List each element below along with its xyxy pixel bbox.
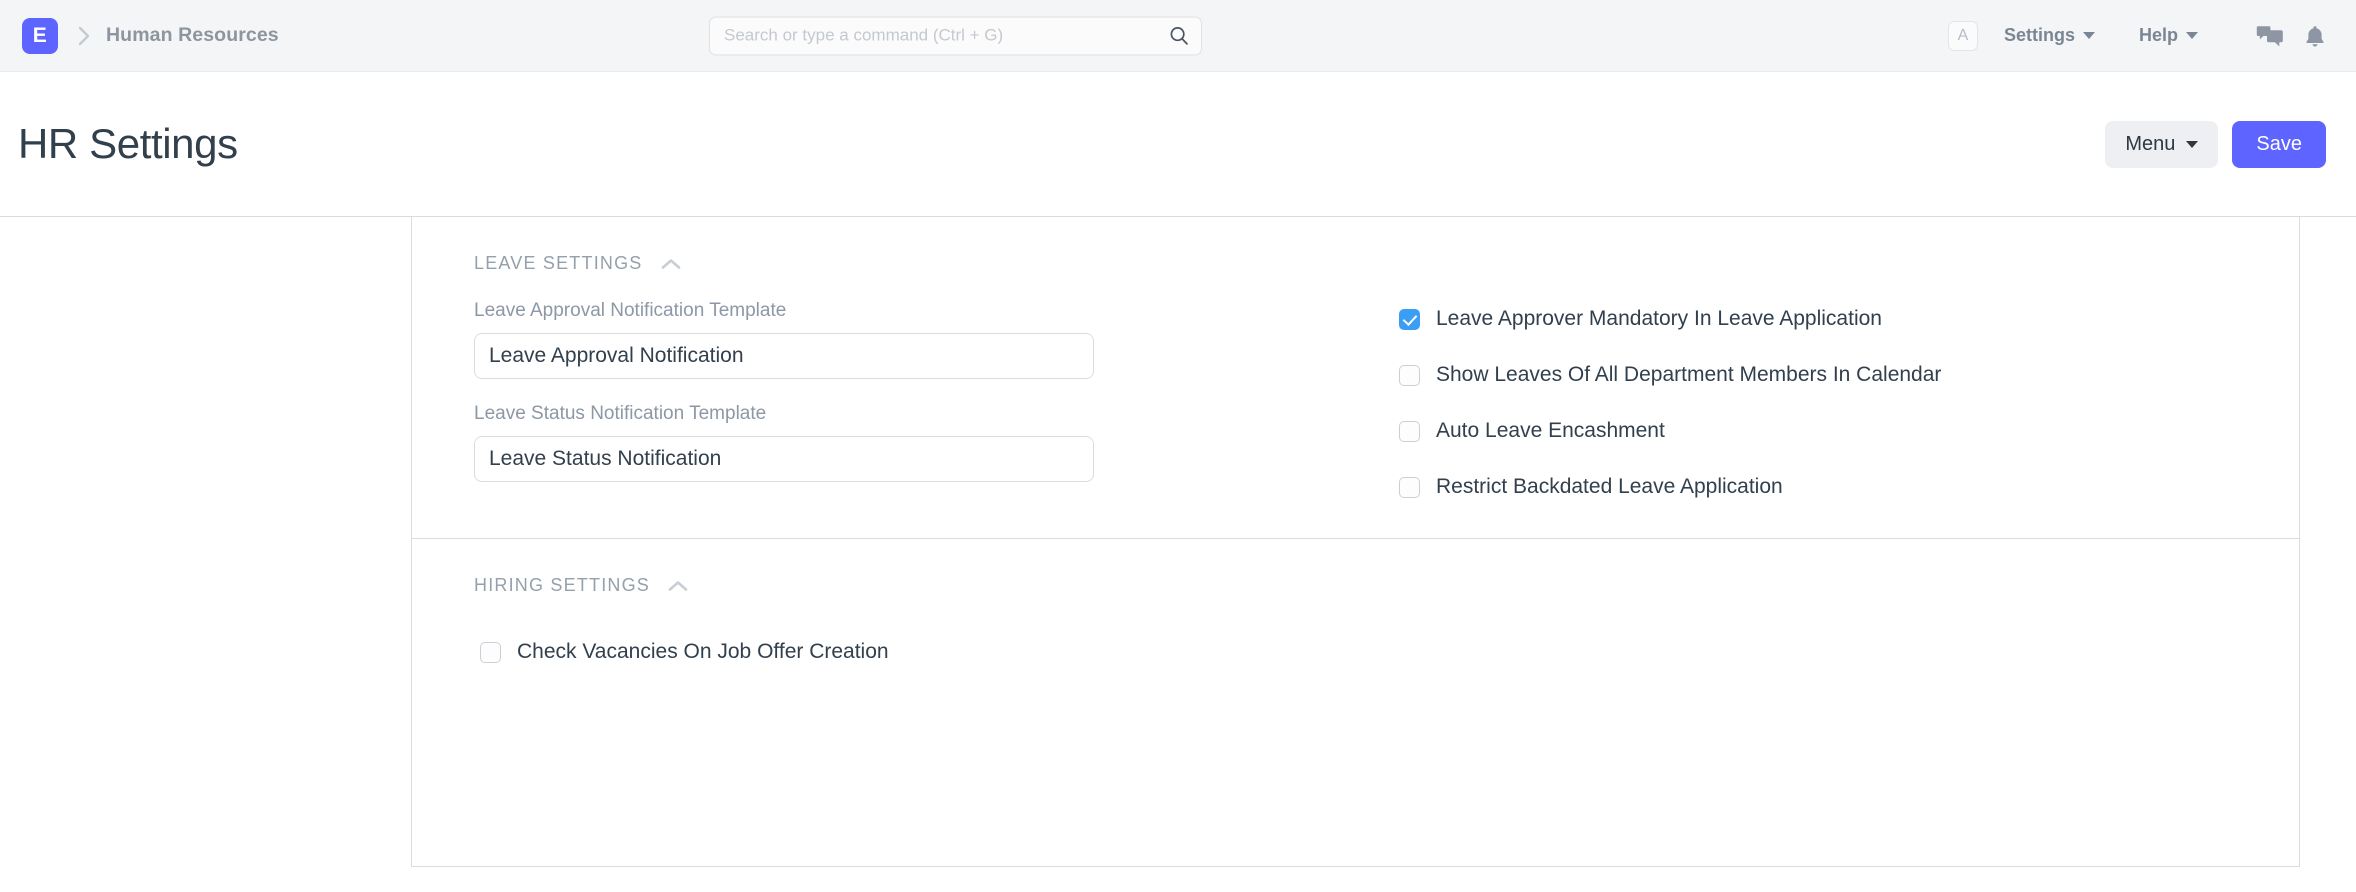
top-navbar: E Human Resources A Settings — [0, 0, 2356, 72]
help-dropdown[interactable]: Help — [2133, 24, 2204, 47]
section-title: Leave Settings — [474, 253, 643, 273]
leave-status-notification-template-input[interactable] — [474, 436, 1094, 482]
checkbox-label: Leave Approver Mandatory In Leave Applic… — [1436, 307, 1882, 330]
avatar-letter: A — [1957, 26, 1969, 44]
settings-label: Settings — [2003, 25, 2075, 45]
app-logo-letter: E — [32, 23, 48, 47]
checkbox-restrict-backdated-leave-application[interactable]: Restrict Backdated Leave Application — [1399, 475, 1783, 499]
chevron-up-icon[interactable] — [659, 256, 683, 272]
bell-icon[interactable] — [2304, 24, 2326, 48]
chevron-right-icon — [74, 23, 94, 49]
chevron-up-icon[interactable] — [666, 578, 690, 594]
field-leave-status-notification-template: Leave Status Notification Template — [474, 403, 1134, 482]
section-leave-settings-header[interactable]: Leave Settings — [474, 253, 683, 274]
field-leave-approval-notification-template: Leave Approval Notification Template — [474, 300, 1134, 379]
checkbox-box[interactable] — [480, 641, 501, 663]
content-area: Leave Settings Leave Approval Notificati… — [0, 216, 2356, 892]
section-leave-settings: Leave Settings Leave Approval Notificati… — [412, 217, 2299, 538]
section-hiring-settings-header[interactable]: Hiring Settings — [474, 575, 690, 596]
navbar-search-area — [709, 16, 1202, 55]
search-icon[interactable] — [1168, 25, 1190, 47]
checkbox-box[interactable] — [1399, 308, 1420, 330]
chevron-down-icon — [2186, 140, 2199, 148]
search-input[interactable] — [709, 16, 1202, 55]
save-button[interactable]: Save — [2232, 120, 2326, 168]
navbar-left: E Human Resources — [22, 17, 279, 54]
avatar[interactable]: A — [1947, 20, 1978, 51]
app-logo[interactable]: E — [22, 17, 58, 54]
help-label: Help — [2138, 25, 2178, 45]
menu-button[interactable]: Menu — [2105, 120, 2219, 168]
checkbox-label: Auto Leave Encashment — [1436, 419, 1665, 442]
checkbox-box[interactable] — [1399, 364, 1420, 386]
section-hiring-settings: Hiring Settings Check Vacancies On Job O… — [412, 538, 2299, 704]
chevron-down-icon — [2186, 32, 2198, 39]
checkbox-show-leaves-all-department-members[interactable]: Show Leaves Of All Department Members In… — [1399, 363, 1941, 387]
navbar-right: A Settings Help — [1947, 20, 2326, 51]
checkbox-box[interactable] — [1399, 476, 1420, 498]
chevron-down-icon — [2082, 32, 2095, 39]
checkbox-auto-leave-encashment[interactable]: Auto Leave Encashment — [1399, 419, 1665, 443]
chat-icon[interactable] — [2256, 23, 2284, 49]
checkbox-leave-approver-mandatory[interactable]: Leave Approver Mandatory In Leave Applic… — [1399, 307, 1882, 331]
leave-settings-fields-column: Leave Approval Notification Template Lea… — [474, 300, 1134, 506]
checkbox-label: Restrict Backdated Leave Application — [1436, 475, 1783, 498]
field-label: Leave Approval Notification Template — [474, 300, 787, 321]
leave-settings-checkbox-column: Leave Approver Mandatory In Leave Applic… — [1399, 300, 1941, 506]
section-title: Hiring Settings — [474, 575, 651, 595]
settings-form-card: Leave Settings Leave Approval Notificati… — [411, 217, 2300, 867]
section-hiring-settings-body: Check Vacancies On Job Offer Creation — [480, 640, 2299, 664]
checkbox-box[interactable] — [1399, 420, 1420, 442]
leave-approval-notification-template-input[interactable] — [474, 333, 1094, 379]
section-leave-settings-body: Leave Approval Notification Template Lea… — [474, 300, 2299, 506]
settings-dropdown[interactable]: Settings — [1998, 24, 2101, 47]
breadcrumb-human-resources[interactable]: Human Resources — [106, 24, 279, 47]
page-actions: Menu Save — [2105, 120, 2326, 168]
menu-button-label: Menu — [2125, 132, 2176, 155]
checkbox-label: Show Leaves Of All Department Members In… — [1436, 363, 1942, 386]
page-title: HR Settings — [18, 120, 238, 167]
checkbox-label: Check Vacancies On Job Offer Creation — [517, 640, 889, 663]
field-label: Leave Status Notification Template — [474, 403, 767, 424]
page-header: HR Settings Menu Save — [0, 72, 2356, 216]
checkbox-check-vacancies-on-job-offer-creation[interactable]: Check Vacancies On Job Offer Creation — [480, 640, 889, 664]
